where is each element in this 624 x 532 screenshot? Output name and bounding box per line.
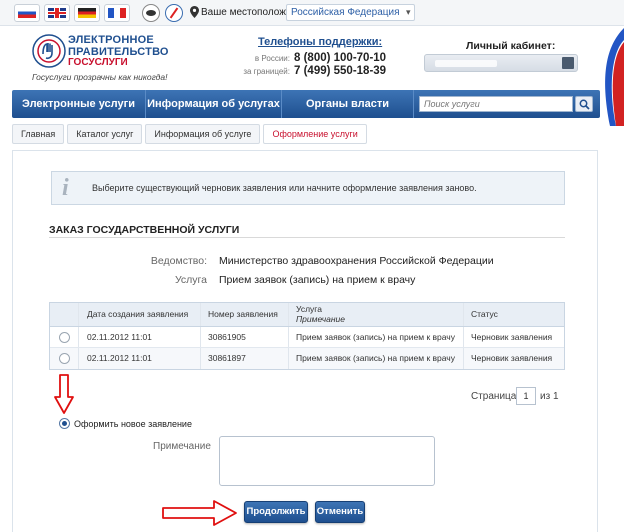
note-textarea[interactable] — [219, 436, 435, 486]
site-header: ЭЛЕКТРОННОЕ ПРАВИТЕЛЬСТВО ГОСУСЛУГИ Госу… — [12, 26, 600, 90]
personal-cabinet-login[interactable] — [424, 54, 578, 72]
accessibility-eye-icon[interactable] — [142, 4, 160, 22]
service-value: Прием заявок (запись) на прием к врачу — [219, 274, 416, 286]
table-header: Дата создания заявления Номер заявления … — [50, 303, 564, 327]
pager-total: из 1 — [540, 391, 559, 402]
breadcrumb-service-info[interactable]: Информация об услуге — [145, 124, 261, 144]
agency-value: Министерство здравоохранения Российской … — [219, 255, 494, 267]
breadcrumb-current: Оформление услуги — [263, 124, 367, 144]
search-button[interactable] — [575, 96, 593, 112]
new-application-label[interactable]: Оформить новое заявление — [74, 419, 192, 429]
page-number-input[interactable] — [516, 387, 536, 405]
main-nav: Электронные услуги Информация об услугах… — [12, 90, 600, 118]
section-divider — [49, 237, 565, 238]
flag-fr-icon[interactable] — [104, 4, 130, 22]
compass-icon[interactable] — [165, 4, 183, 22]
col-note: Примечание — [296, 314, 345, 324]
location-pin-icon — [190, 6, 199, 18]
info-text: Выберите существующий черновик заявления… — [92, 183, 477, 193]
cancel-button[interactable]: Отменить — [315, 501, 365, 523]
table-row[interactable]: 02.11.2012 11:01 30861905 Прием заявок (… — [50, 327, 564, 348]
info-message: i Выберите существующий черновик заявлен… — [51, 171, 565, 205]
flag-ru-icon[interactable] — [14, 4, 40, 22]
nav-services-info[interactable]: Информация об услугах — [146, 90, 282, 118]
table-row[interactable]: 02.11.2012 11:01 30861897 Прием заявок (… — [50, 348, 564, 369]
top-bar: Ваше местоположение: Российская Федераци… — [0, 0, 624, 26]
col-number: Номер заявления — [208, 309, 278, 319]
personal-cabinet-title: Личный кабинет: — [466, 40, 556, 52]
search-input[interactable] — [419, 96, 573, 112]
pager-label: Страница — [471, 391, 517, 402]
location-select[interactable]: Российская Федерация — [286, 4, 415, 21]
breadcrumb-home[interactable]: Главная — [12, 124, 65, 144]
flag-de-icon[interactable] — [74, 4, 100, 22]
col-service: Услуга — [296, 304, 322, 314]
agency-label: Ведомство: — [150, 255, 207, 267]
service-label: Услуга — [174, 274, 207, 286]
content-panel: i Выберите существующий черновик заявлен… — [12, 150, 598, 532]
info-icon: i — [62, 175, 69, 201]
support-phone-abroad: за границей: 7 (499) 550-18-39 — [243, 65, 387, 77]
breadcrumb: Главная Каталог услуг Информация об услу… — [12, 124, 370, 144]
section-title: ЗАКАЗ ГОСУДАРСТВЕННОЙ УСЛУГИ — [49, 224, 240, 236]
logo-text-line1: ЭЛЕКТРОННОЕ — [68, 34, 154, 46]
new-application-radio[interactable] — [59, 418, 70, 429]
col-status: Статус — [471, 309, 498, 319]
row-radio[interactable] — [59, 353, 70, 364]
slogan: Госуслуги прозрачны как никогда! — [32, 72, 168, 82]
nav-electronic-services[interactable]: Электронные услуги — [12, 90, 146, 118]
flag-en-icon[interactable] — [44, 4, 70, 22]
login-door-icon[interactable] — [562, 57, 574, 69]
drafts-table: Дата создания заявления Номер заявления … — [49, 302, 565, 370]
search-icon — [579, 99, 590, 110]
support-phone-russia: в России: 8 (800) 100-70-10 — [254, 52, 387, 64]
breadcrumb-catalog[interactable]: Каталог услуг — [67, 124, 143, 144]
row-radio[interactable] — [59, 332, 70, 343]
support-phones-title[interactable]: Телефоны поддержки: — [258, 36, 382, 48]
logo-text-line3: ГОСУСЛУГИ — [68, 57, 128, 68]
nav-authorities[interactable]: Органы власти — [282, 90, 414, 118]
col-date: Дата создания заявления — [87, 309, 189, 319]
continue-button[interactable]: Продолжить — [244, 501, 308, 523]
gosuslugi-logo-icon[interactable] — [32, 34, 66, 68]
note-label: Примечание — [153, 441, 211, 452]
